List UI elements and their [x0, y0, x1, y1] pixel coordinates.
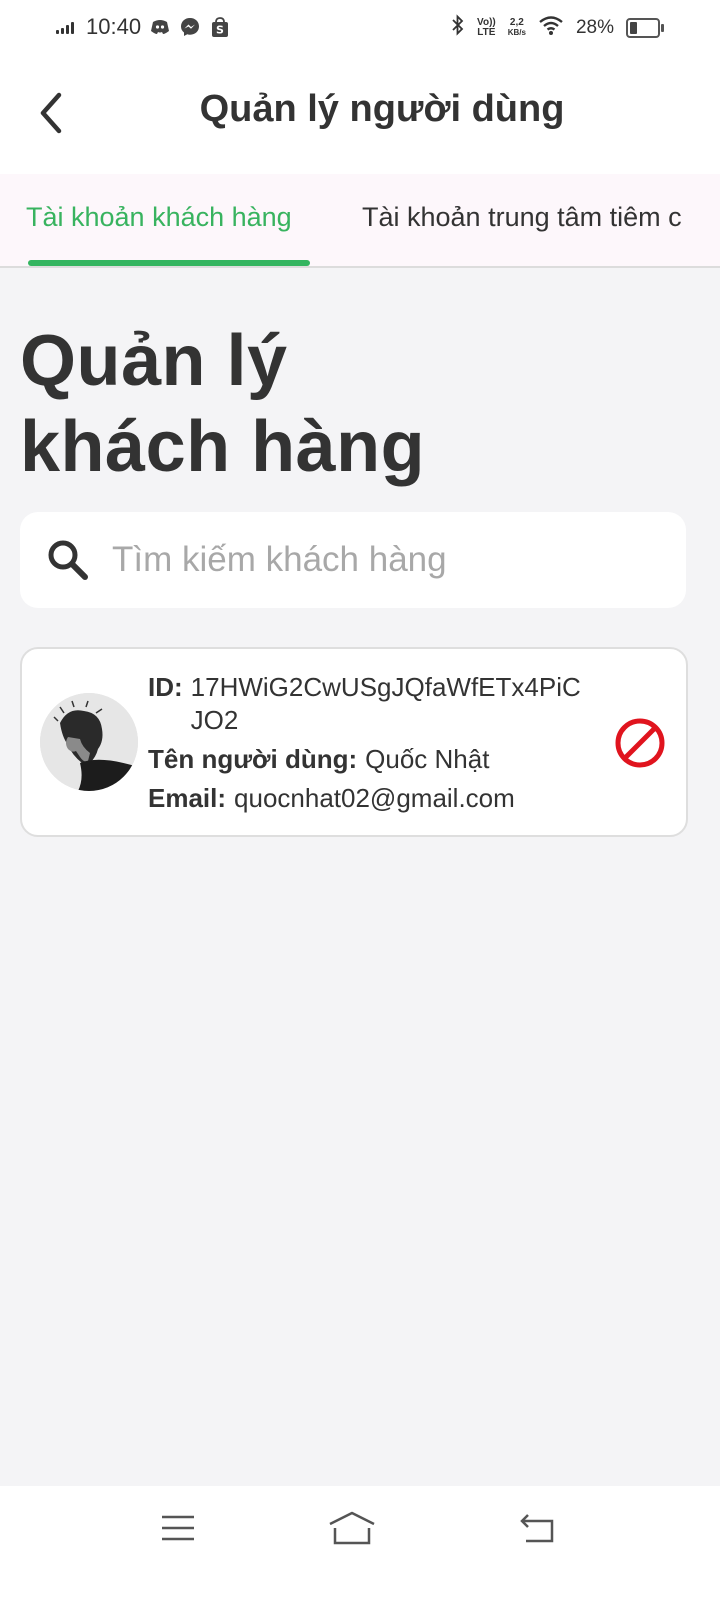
- email-label: Email:: [148, 783, 227, 813]
- shopee-icon: S: [209, 16, 231, 38]
- battery-fill: [630, 21, 638, 34]
- section-title-line2: khách hàng: [20, 407, 426, 487]
- volte-indicator: Vo)) LTE: [477, 16, 496, 38]
- email-value: quocnhat02@gmail.com: [234, 783, 515, 813]
- search-icon: [46, 538, 90, 582]
- bluetooth-icon: [451, 14, 465, 41]
- system-navigation-bar: [0, 1486, 720, 1600]
- network-speed-unit: KB/s: [507, 27, 526, 37]
- screen: 10:40 S Vo)) LTE 2,2 KB/s 28% Quản lý ng…: [0, 0, 720, 1600]
- discord-icon: [149, 16, 171, 38]
- app-header: Quản lý người dùng: [0, 58, 720, 174]
- back-nav-button[interactable]: [508, 1508, 568, 1548]
- volte-label-top: Vo)): [477, 16, 496, 28]
- tab-vaccination-center-accounts[interactable]: Tài khoản trung tâm tiêm c: [362, 202, 682, 233]
- search-box[interactable]: [20, 512, 686, 608]
- name-row: Tên người dùng: Quốc Nhật: [148, 743, 598, 776]
- tab-customer-accounts[interactable]: Tài khoản khách hàng: [26, 202, 292, 233]
- status-bar-right: Vo)) LTE 2,2 KB/s 28%: [451, 14, 664, 41]
- menu-button[interactable]: [148, 1508, 208, 1548]
- clock-time: 10:40: [86, 14, 142, 39]
- messenger-icon: [179, 16, 201, 38]
- svg-text:S: S: [216, 24, 224, 37]
- home-button[interactable]: [322, 1508, 382, 1548]
- return-icon: [520, 1514, 554, 1543]
- section-title: Quản lý khách hàng: [20, 318, 540, 490]
- network-speed-value: 2,2: [509, 16, 524, 28]
- block-user-button[interactable]: [614, 717, 666, 769]
- name-value: Quốc Nhật: [365, 744, 490, 774]
- page-title: Quản lý người dùng: [199, 88, 565, 130]
- block-icon: [615, 718, 665, 768]
- name-label: Tên người dùng:: [148, 744, 358, 774]
- customer-card[interactable]: ID: 17HWiG2CwUSgJQfaWfETx4PiCJO2 Tên ngư…: [20, 647, 688, 837]
- id-label: ID:: [148, 672, 183, 702]
- id-value: 17HWiG2CwUSgJQfaWfETx4PiCJO2: [190, 672, 581, 735]
- status-bar: 10:40 S Vo)) LTE 2,2 KB/s 28%: [0, 0, 720, 58]
- search-input[interactable]: [110, 539, 654, 581]
- email-row: Email: quocnhat02@gmail.com: [148, 782, 598, 815]
- customer-info: ID: 17HWiG2CwUSgJQfaWfETx4PiCJO2 Tên ngư…: [148, 671, 598, 815]
- active-tab-indicator: [28, 260, 310, 266]
- home-icon: [329, 1511, 375, 1545]
- volte-label-bottom: LTE: [477, 26, 496, 38]
- battery-percent: 28%: [575, 16, 614, 38]
- battery-icon: [626, 17, 664, 38]
- id-row: ID: 17HWiG2CwUSgJQfaWfETx4PiCJO2: [148, 671, 598, 737]
- menu-icon: [162, 1515, 194, 1541]
- tab-bar: Tài khoản khách hàng Tài khoản trung tâm…: [0, 174, 720, 268]
- wifi-icon: [538, 14, 564, 41]
- status-bar-left: 10:40 S: [56, 14, 231, 40]
- section-title-line1: Quản lý: [20, 321, 288, 401]
- avatar: [40, 693, 138, 791]
- signal-icon: [56, 20, 74, 34]
- network-speed: 2,2 KB/s: [507, 16, 526, 38]
